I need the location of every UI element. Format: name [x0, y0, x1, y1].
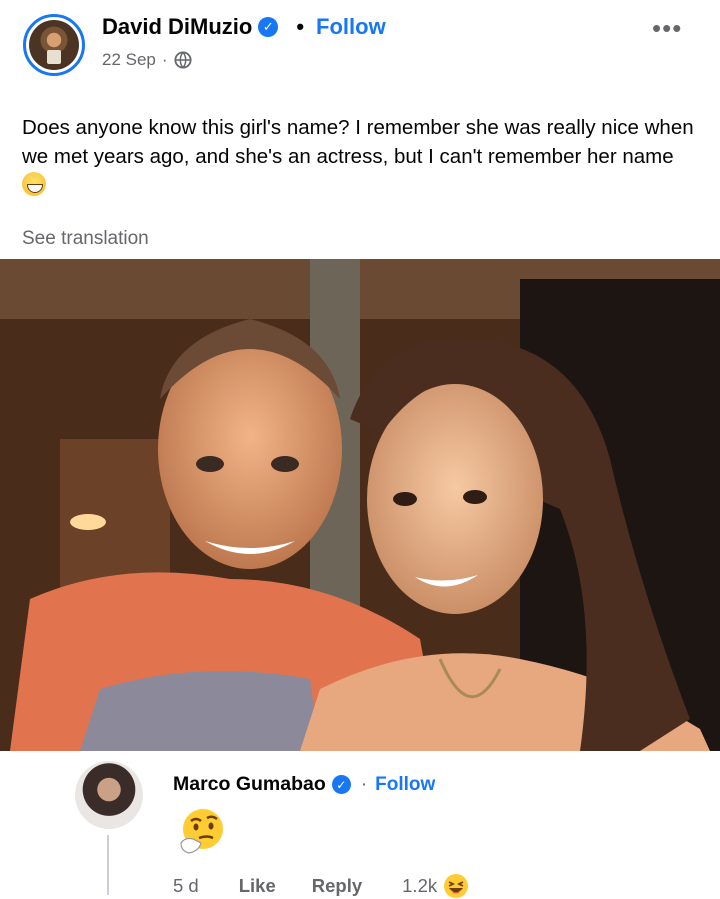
author-line: David DiMuzio ✓ • Follow [102, 14, 386, 40]
see-translation-link[interactable]: See translation [22, 228, 149, 250]
post-date[interactable]: 22 Sep [102, 50, 156, 70]
verified-badge-icon: ✓ [331, 775, 351, 794]
grinning-sweat-emoji [22, 172, 46, 196]
comment-age: 5 d [173, 875, 199, 896]
thread-line [107, 835, 109, 895]
comment-actions: 5 d Like Reply 1.2k [173, 873, 469, 899]
more-options-icon[interactable]: ••• [652, 15, 682, 41]
photo-illustration [0, 259, 720, 751]
reaction-count[interactable]: 1.2k [402, 875, 437, 897]
verified-badge-icon: ✓ [258, 17, 279, 37]
author-name[interactable]: David DiMuzio [102, 14, 252, 40]
laughing-reaction-icon[interactable] [443, 873, 469, 899]
follow-button[interactable]: Follow [316, 14, 386, 40]
comment-separator: · [360, 773, 368, 795]
comment-author-line: Marco Gumabao ✓ · Follow [173, 773, 435, 796]
globe-icon [174, 51, 192, 69]
post-header: David DiMuzio ✓ • Follow 22 Sep · ••• [0, 0, 720, 95]
comment-follow-button[interactable]: Follow [375, 774, 435, 796]
post-text: Does anyone know this girl's name? I rem… [22, 113, 702, 200]
author-avatar-image [29, 20, 79, 70]
reply-button[interactable]: Reply [312, 875, 362, 897]
commenter-avatar[interactable] [75, 761, 143, 829]
like-button[interactable]: Like [239, 875, 276, 897]
meta-separator: · [161, 50, 168, 69]
separator-dot: • [296, 14, 305, 39]
thinking-face-emoji [180, 809, 223, 854]
author-avatar[interactable] [23, 14, 85, 76]
comment-author-name[interactable]: Marco Gumabao [173, 773, 326, 796]
post-body: Does anyone know this girl's name? I rem… [22, 116, 694, 168]
post-photo[interactable] [0, 259, 720, 751]
post-meta: 22 Sep · [102, 50, 192, 70]
